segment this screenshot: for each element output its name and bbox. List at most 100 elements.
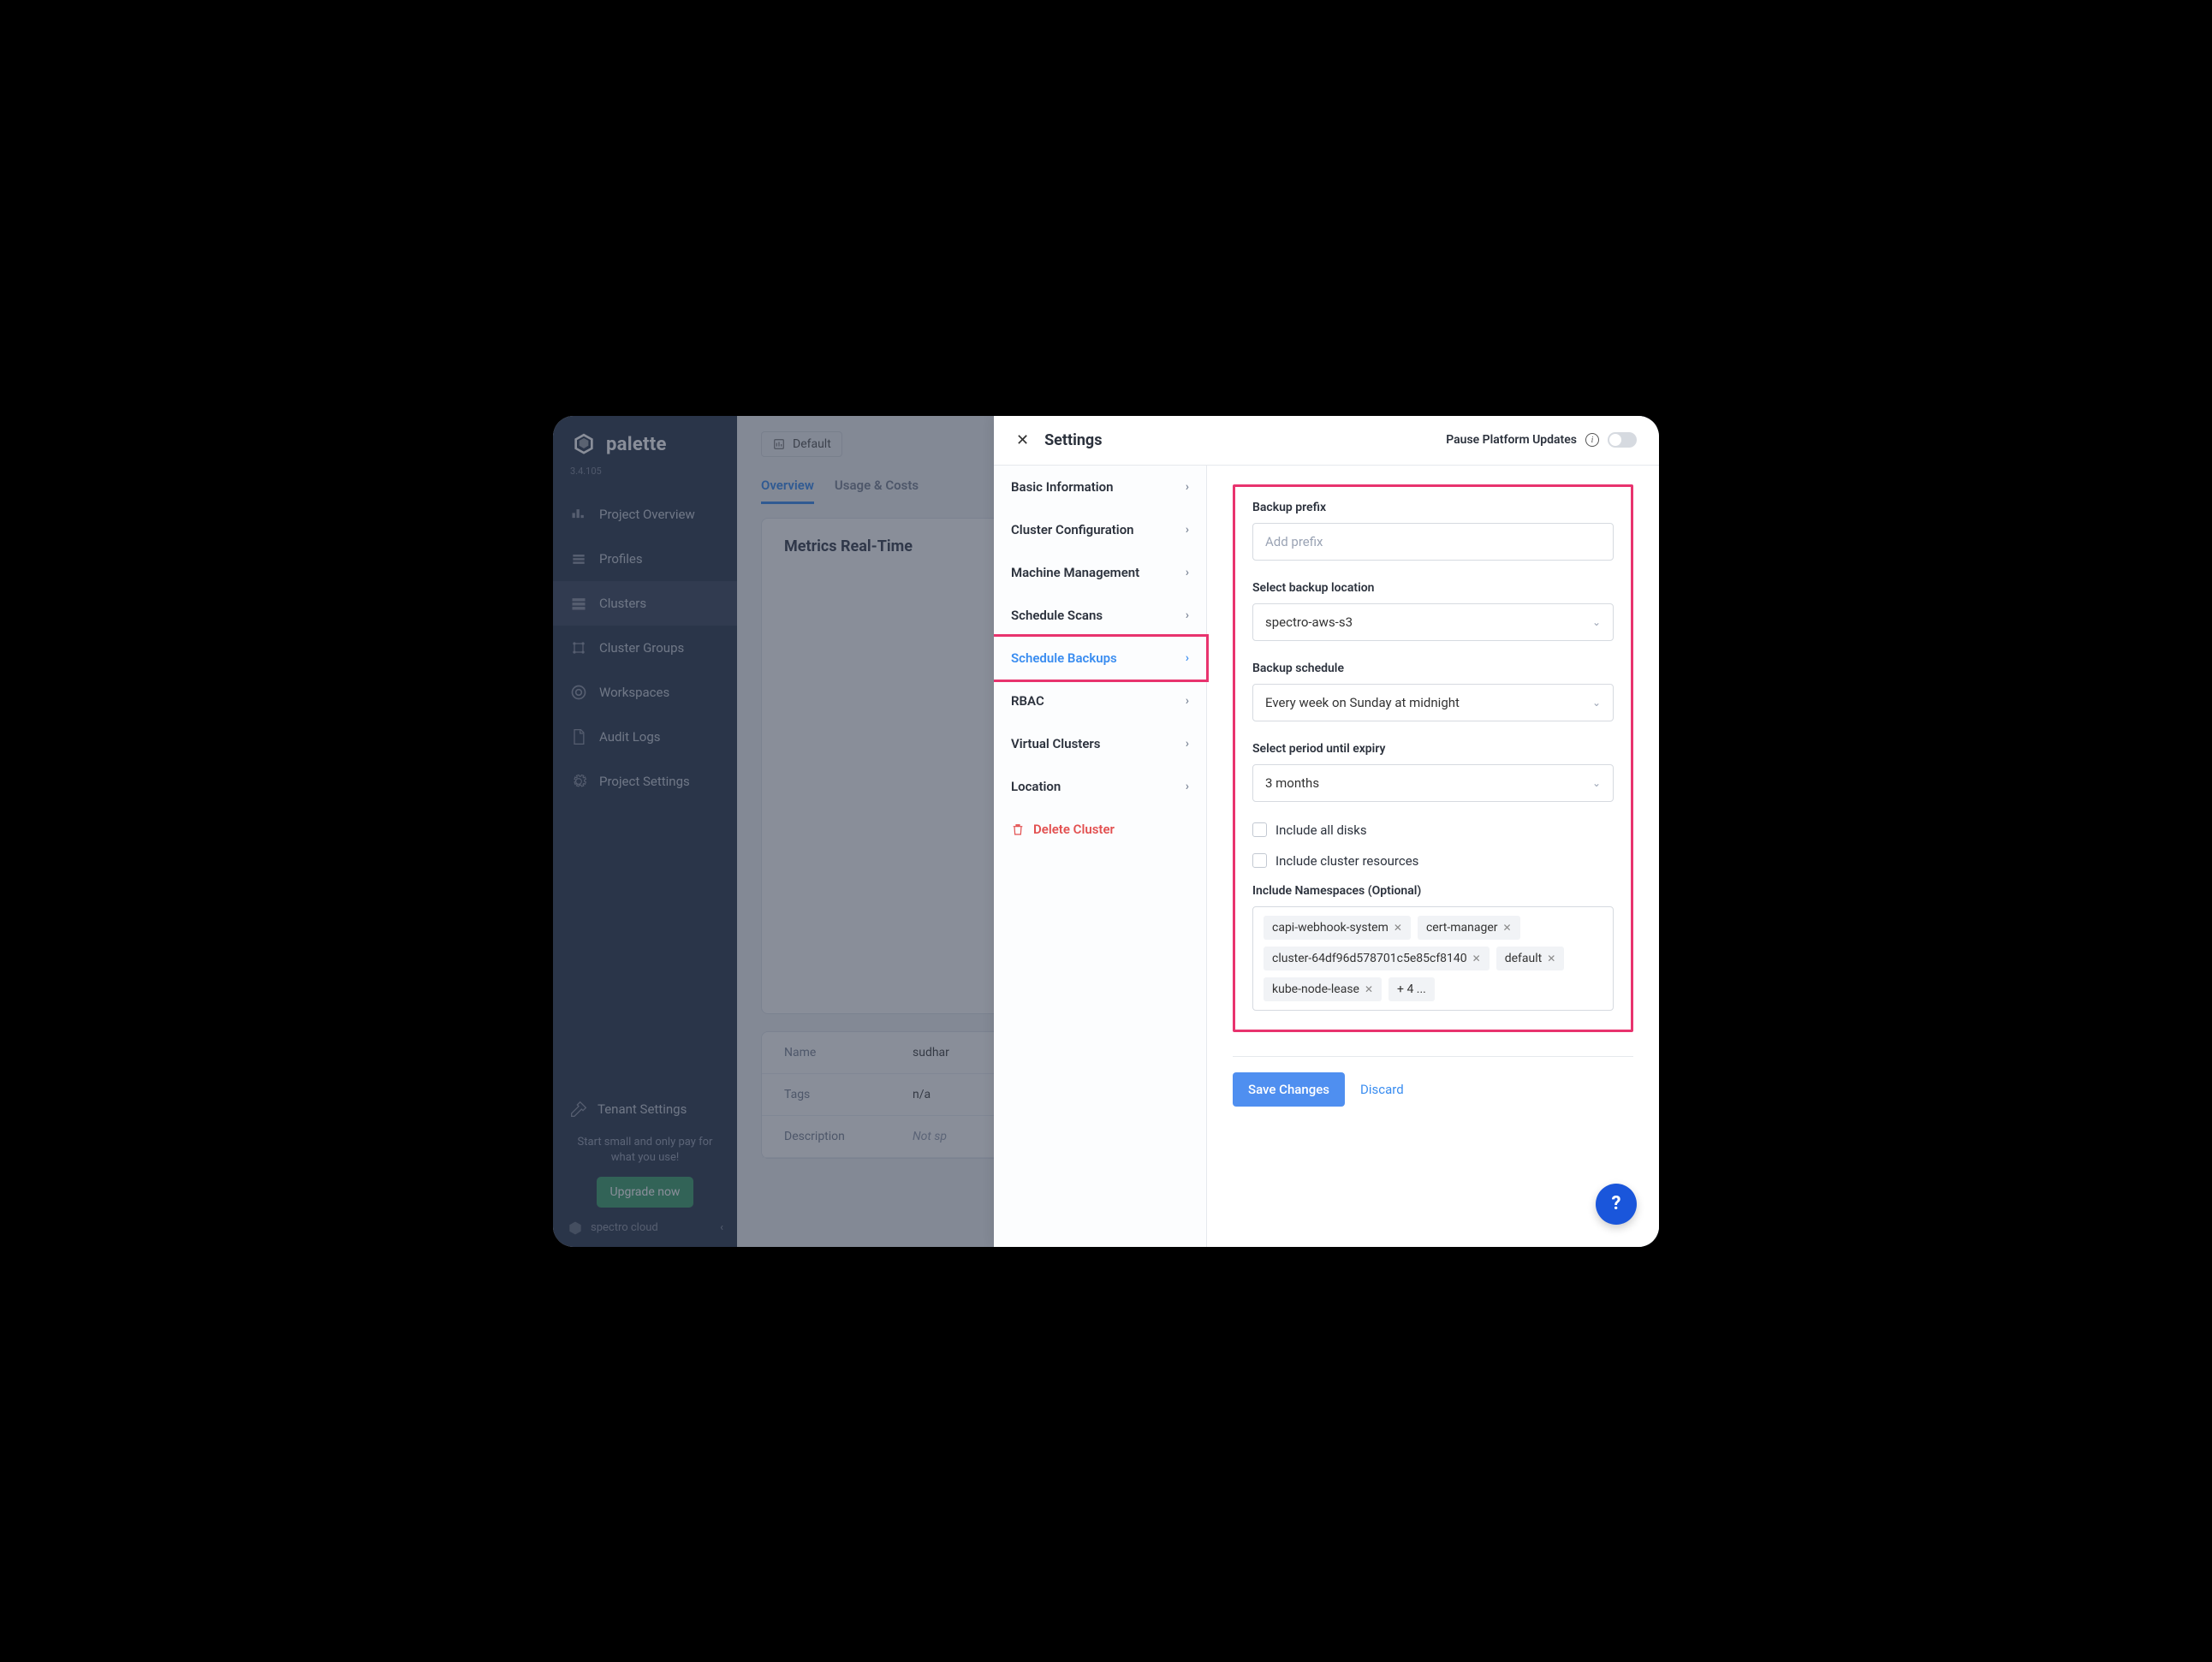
logo: palette (553, 416, 737, 466)
tab-overview[interactable]: Overview (761, 478, 814, 504)
meta-label: Tags (784, 1088, 913, 1101)
menu-virtual-clusters[interactable]: Virtual Clusters› (994, 722, 1206, 765)
select-value: 3 months (1265, 775, 1319, 791)
chevron-down-icon: ⌄ (1592, 777, 1601, 789)
sidebar: palette 3.4.105 Project Overview Profile… (553, 416, 737, 1247)
checkbox-icon (1252, 822, 1267, 837)
menu-machine-management[interactable]: Machine Management› (994, 551, 1206, 594)
pause-toggle[interactable] (1608, 432, 1637, 448)
breadcrumb-item[interactable]: Default (761, 431, 842, 457)
include-resources-checkbox[interactable]: Include cluster resources (1252, 853, 1614, 869)
nav-profiles[interactable]: Profiles (553, 537, 737, 581)
nav-project-overview[interactable]: Project Overview (553, 492, 737, 537)
info-icon[interactable]: i (1585, 433, 1599, 447)
namespaces-label: Include Namespaces (Optional) (1252, 884, 1614, 898)
nav-label: Workspaces (599, 685, 669, 700)
chevron-right-icon: › (1186, 566, 1189, 579)
chevron-right-icon: › (1186, 651, 1189, 665)
nav-label: Cluster Groups (599, 640, 684, 656)
location-label: Select backup location (1252, 581, 1614, 595)
upgrade-button[interactable]: Upgrade now (597, 1177, 694, 1208)
remove-icon[interactable]: ✕ (1503, 922, 1512, 934)
chevron-right-icon: › (1186, 608, 1189, 622)
chevron-down-icon: ⌄ (1592, 697, 1601, 709)
remove-icon[interactable]: ✕ (1472, 953, 1481, 965)
chip-label: kube-node-lease (1272, 982, 1359, 996)
namespace-more[interactable]: + 4 ... (1388, 977, 1435, 1001)
nav-project-settings[interactable]: Project Settings (553, 759, 737, 804)
field-prefix: Backup prefix (1252, 501, 1614, 561)
field-location: Select backup location spectro-aws-s3⌄ (1252, 581, 1614, 641)
tab-usage-costs[interactable]: Usage & Costs (835, 478, 919, 504)
menu-location[interactable]: Location › (994, 765, 1206, 808)
form-actions: Save Changes Discard (1233, 1072, 1633, 1107)
check-label: Include cluster resources (1275, 853, 1418, 869)
divider (1233, 1056, 1633, 1057)
select-value: spectro-aws-s3 (1265, 614, 1353, 630)
namespace-chip[interactable]: cluster-64df96d578701c5e85cf8140 ✕ (1264, 947, 1490, 970)
settings-form: Backup prefix Select backup location spe… (1207, 466, 1659, 1247)
expiry-select[interactable]: 3 months ⌄ (1252, 764, 1614, 802)
remove-icon[interactable]: ✕ (1547, 953, 1555, 965)
schedule-select[interactable]: Every week on Sunday at midnight⌄ (1252, 684, 1614, 721)
meta-label: Name (784, 1046, 913, 1060)
panel-header: ✕ Settings Pause Platform Updates i (994, 416, 1659, 466)
check-label: Include all disks (1275, 822, 1367, 838)
chevron-right-icon: › (1186, 737, 1189, 751)
namespaces-input[interactable]: capi-webhook-system✕ cert-manager✕ clust… (1252, 906, 1614, 1011)
nav-workspaces[interactable]: Workspaces (553, 670, 737, 715)
menu-rbac[interactable]: RBAC› (994, 680, 1206, 722)
field-namespaces: Include Namespaces (Optional) capi-webho… (1252, 884, 1614, 1011)
prefix-label: Backup prefix (1252, 501, 1614, 514)
location-select[interactable]: spectro-aws-s3⌄ (1252, 603, 1614, 641)
field-schedule: Backup schedule Every week on Sunday at … (1252, 662, 1614, 721)
chip-label: cluster-64df96d578701c5e85cf8140 (1272, 952, 1467, 965)
version-label: 3.4.105 (553, 466, 737, 492)
nav-audit-logs[interactable]: Audit Logs (553, 715, 737, 759)
settings-panel: ✕ Settings Pause Platform Updates i Basi… (994, 416, 1659, 1247)
chevron-left-icon[interactable]: ‹ (720, 1221, 723, 1234)
prefix-input[interactable] (1252, 523, 1614, 561)
nav-label: Project Settings (599, 774, 690, 789)
logo-text: palette (606, 434, 667, 455)
remove-icon[interactable]: ✕ (1394, 922, 1402, 934)
namespace-chip[interactable]: default ✕ (1496, 947, 1565, 970)
discard-button[interactable]: Discard (1360, 1082, 1404, 1097)
namespace-chip[interactable]: cert-manager✕ (1418, 916, 1520, 940)
menu-label: Basic Information (1011, 479, 1114, 495)
form-highlight-box: Backup prefix Select backup location spe… (1233, 484, 1633, 1032)
tenant-settings[interactable]: Tenant Settings (553, 1089, 737, 1130)
menu-schedule-scans[interactable]: Schedule Scans› (994, 594, 1206, 637)
settings-menu: Basic Information › Cluster Configuration… (994, 466, 1207, 1247)
namespace-chip[interactable]: capi-webhook-system✕ (1264, 916, 1411, 940)
delete-cluster[interactable]: Delete Cluster (994, 808, 1206, 851)
panel-body: Basic Information › Cluster Configuration… (994, 466, 1659, 1247)
menu-schedule-backups[interactable]: Schedule Backups› (994, 634, 1209, 682)
delete-label: Delete Cluster (1033, 822, 1115, 837)
footer-brand[interactable]: spectro cloud ‹ (553, 1208, 737, 1237)
menu-cluster-configuration[interactable]: Cluster Configuration› (994, 508, 1206, 551)
panel-title: Settings (1044, 431, 1102, 449)
help-fab[interactable]: ? (1596, 1184, 1637, 1225)
nav-label: Clusters (599, 596, 646, 611)
tenant-label: Tenant Settings (598, 1101, 687, 1117)
chevron-right-icon: › (1186, 480, 1189, 494)
remove-icon[interactable]: ✕ (1365, 983, 1373, 995)
nav-clusters[interactable]: Clusters (553, 581, 737, 626)
include-disks-checkbox[interactable]: Include all disks (1252, 822, 1614, 838)
nav-cluster-groups[interactable]: Cluster Groups (553, 626, 737, 670)
menu-label: Location (1011, 779, 1061, 794)
menu-basic-information[interactable]: Basic Information › (994, 466, 1206, 508)
chip-label: default (1505, 952, 1543, 965)
namespace-chip[interactable]: kube-node-lease ✕ (1264, 977, 1382, 1001)
field-expiry: Select period until expiry 3 months⌄ (1252, 742, 1614, 802)
close-button[interactable]: ✕ (1016, 431, 1029, 449)
chevron-right-icon: › (1186, 780, 1189, 793)
nav-label: Project Overview (599, 507, 695, 522)
chevron-right-icon: › (1186, 523, 1189, 537)
save-button[interactable]: Save Changes (1233, 1072, 1345, 1107)
header-right: Pause Platform Updates i (1446, 432, 1637, 448)
breadcrumb-label: Default (793, 437, 831, 451)
nav: Project Overview Profiles Clusters Clust… (553, 492, 737, 804)
nav-label: Profiles (599, 551, 643, 567)
